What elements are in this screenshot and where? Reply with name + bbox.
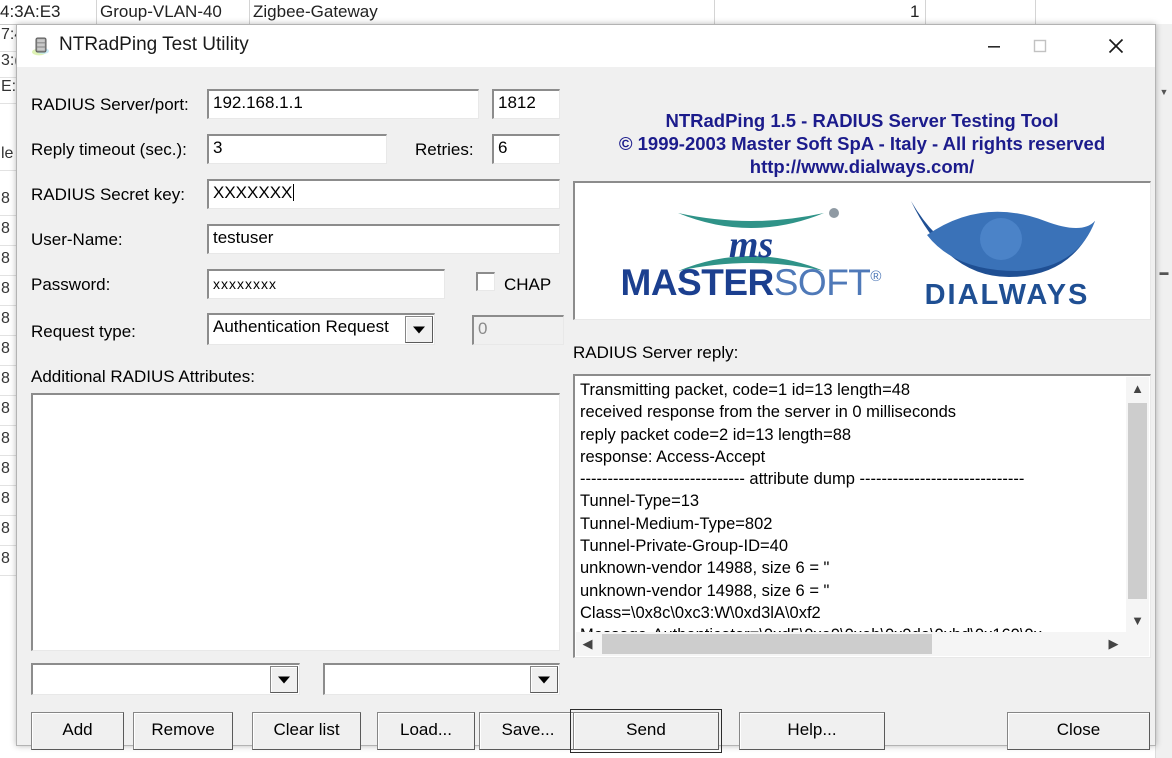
bg-cell-count: 1 [910,2,920,21]
request-type-value: Authentication Request [213,317,389,336]
window-title: NTRadPing Test Utility [59,34,249,55]
bg-cell-group: Group-VLAN-40 [100,2,222,21]
reply-vertical-scrollbar[interactable]: ▲ ▼ [1126,377,1149,632]
bg-col-divider [249,0,250,24]
radius-server-input[interactable]: 192.168.1.1 [207,89,479,119]
minimize-icon [988,46,1000,48]
logo-panel: ms MASTERSOFT® DIALWAYS [573,181,1151,320]
additional-attributes-label: Additional RADIUS Attributes: [31,367,255,386]
radius-server-label: RADIUS Server/port: [31,95,189,114]
reply-timeout-input[interactable]: 3 [207,134,387,164]
registered-icon: ® [870,268,882,285]
request-code-input: 0 [472,315,564,345]
bg-col-divider [96,0,97,24]
chevron-down-icon[interactable] [270,666,298,693]
user-name-input[interactable]: testuser [207,224,560,254]
request-type-combobox[interactable]: Authentication Request [207,313,435,345]
reply-vscroll-thumb[interactable] [1128,403,1147,599]
chevron-down-icon[interactable] [530,666,558,693]
close-dialog-button[interactable]: Close [1007,712,1150,750]
retries-input[interactable]: 6 [492,134,560,164]
radius-server-reply-label: RADIUS Server reply: [573,343,739,362]
branding-line-1: NTRadPing 1.5 - RADIUS Server Testing To… [665,110,1059,131]
bg-col-divider [714,0,715,24]
bg-col-divider [1035,0,1036,24]
radius-port-input[interactable]: 1812 [492,89,560,119]
radius-secret-label: RADIUS Secret key: [31,185,185,204]
maximize-button[interactable] [1017,25,1063,67]
background-vertical-scrollbar[interactable]: ▼ ▬ [1155,24,1172,758]
close-button[interactable] [1093,25,1139,67]
reply-timeout-label: Reply timeout (sec.): [31,140,187,159]
background-table-header-row: 4:3A:E3 Group-VLAN-40 Zigbee-Gateway 1 [0,0,1172,25]
password-input[interactable]: xxxxxxxx [207,269,445,299]
dialways-wordmark: DIALWAYS [924,279,1090,311]
title-bar[interactable]: NTRadPing Test Utility [17,25,1155,68]
add-button[interactable]: Add [31,712,124,750]
send-button[interactable]: Send [570,709,722,753]
dialways-eye-icon [897,191,1117,283]
save-button[interactable]: Save... [479,712,577,750]
minimize-button[interactable] [971,25,1017,67]
radius-server-reply-output[interactable]: Transmitting packet, code=1 id=13 length… [573,374,1151,658]
close-icon [1108,38,1124,54]
branding-title: NTRadPing 1.5 - RADIUS Server Testing To… [572,109,1152,178]
remove-button[interactable]: Remove [133,712,233,750]
scroll-down-icon[interactable]: ▼ [1126,609,1149,632]
retries-label: Retries: [415,140,474,159]
attribute-value-combobox[interactable] [323,663,560,695]
chevron-down-icon[interactable] [405,316,433,343]
branding-line-3[interactable]: http://www.dialways.com/ [572,155,1152,178]
reply-text-content: Transmitting packet, code=1 id=13 length… [580,381,1042,644]
additional-attributes-list[interactable] [31,393,560,651]
load-button[interactable]: Load... [377,712,475,750]
maximize-icon [1033,39,1047,53]
reply-hscroll-thumb[interactable] [602,634,932,654]
bg-cell-device: Zigbee-Gateway [253,2,378,21]
help-button[interactable]: Help... [739,712,885,750]
chap-checkbox[interactable] [476,272,495,291]
svg-text:ms: ms [729,224,773,266]
scroll-up-icon[interactable]: ▲ [1126,377,1149,400]
server-icon [31,36,51,56]
bg-cell-mac: 4:3A:E3 [0,2,61,21]
dialog-client-area: RADIUS Server/port: 192.168.1.1 1812 Rep… [17,67,1155,753]
user-name-label: User-Name: [31,230,123,249]
scroll-right-icon[interactable]: ▶ [1102,632,1125,656]
request-type-label: Request type: [31,322,136,341]
mastersoft-bold-text: MASTER [620,262,775,303]
ntradping-dialog: NTRadPing Test Utility RADIUS Server/por… [16,24,1156,753]
scroll-left-icon[interactable]: ◀ [576,632,599,656]
bg-col-divider [925,0,926,24]
password-label: Password: [31,275,111,294]
dash-icon: ▬ [1159,267,1169,277]
radius-secret-input[interactable]: XXXXXXX [207,179,560,209]
mastersoft-wordmark: MASTERSOFT® [615,262,887,304]
clear-list-button[interactable]: Clear list [252,712,361,750]
mastersoft-light-text: SOFT [773,262,871,303]
chevron-down-icon: ▼ [1159,87,1169,97]
attribute-name-combobox[interactable] [31,663,300,695]
chap-label: CHAP [504,275,552,294]
branding-line-2: © 1999-2003 Master Soft SpA - Italy - Al… [618,133,1106,154]
reply-horizontal-scrollbar[interactable]: ◀ ▶ [576,632,1149,656]
